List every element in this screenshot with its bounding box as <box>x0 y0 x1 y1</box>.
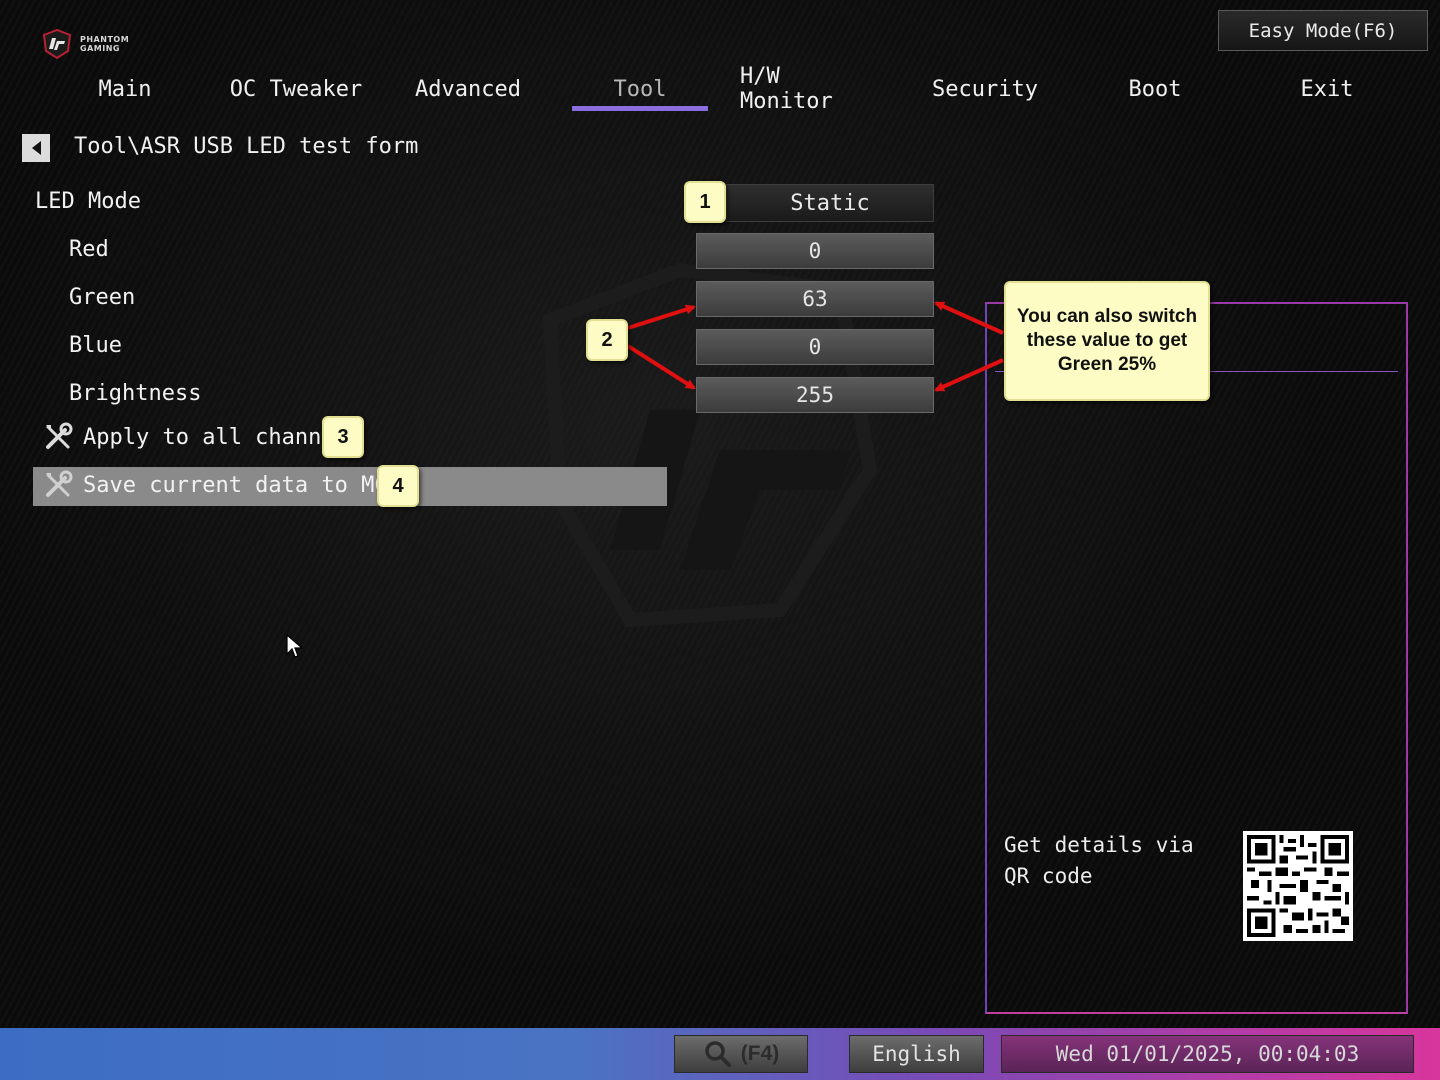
callout-2: 2 <box>586 319 628 361</box>
datetime-display[interactable]: Wed 01/01/2025, 00:04:03 <box>1001 1035 1414 1073</box>
search-shortcut-label: (F4) <box>740 1042 780 1065</box>
mouse-cursor-icon <box>286 634 304 658</box>
callout-1: 1 <box>684 181 726 223</box>
annotation-arrows <box>626 301 1004 392</box>
note-callout: You can also switch these value to get G… <box>1004 281 1210 401</box>
search-button[interactable]: (F4) <box>674 1035 808 1073</box>
language-button[interactable]: English <box>849 1035 984 1073</box>
callout-3: 3 <box>322 416 364 458</box>
callout-4: 4 <box>377 465 419 507</box>
search-icon <box>705 1041 731 1067</box>
